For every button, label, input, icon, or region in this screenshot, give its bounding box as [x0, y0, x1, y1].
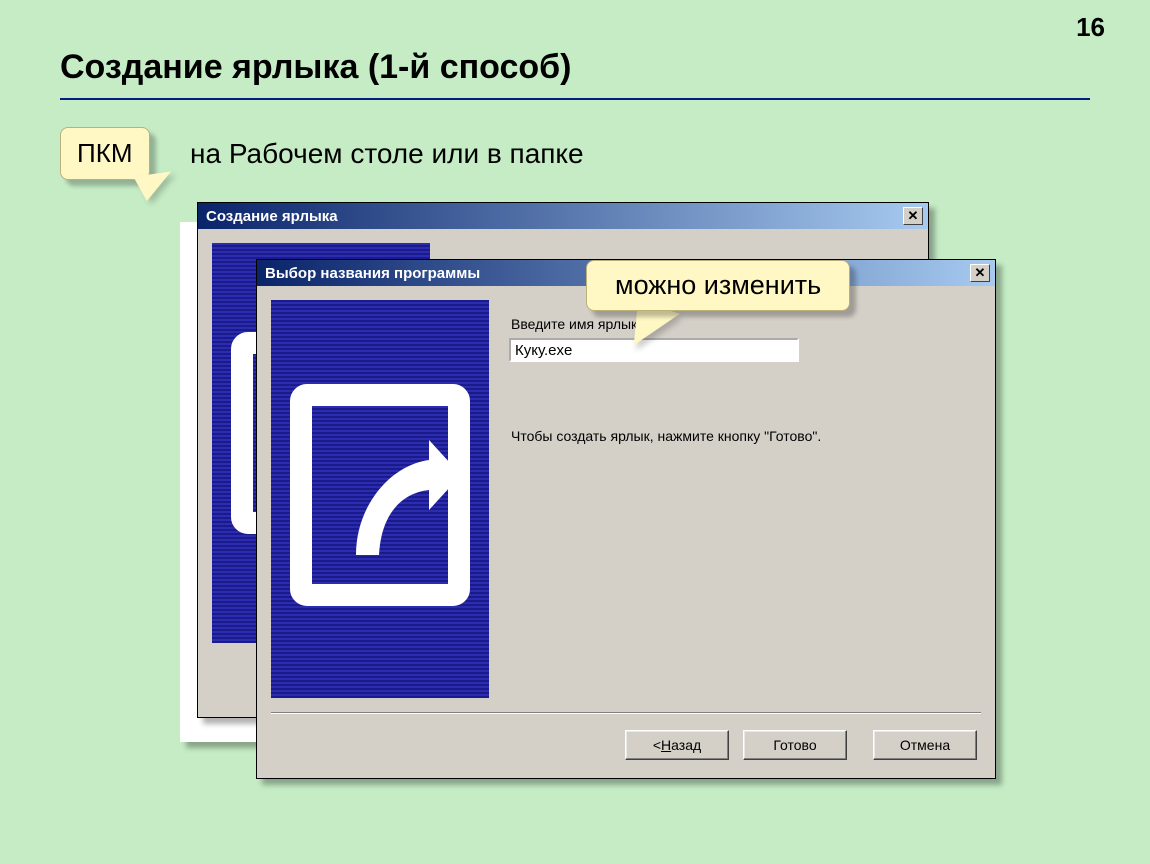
dialog1-title-text: Создание ярлыка [206, 208, 338, 225]
cancel-button-label: Отмена [900, 737, 950, 753]
back-button-prefix: < [653, 737, 661, 753]
back-button-underline: Н [661, 737, 671, 753]
dialog2-button-row: < Назад Готово Отмена [625, 730, 977, 760]
context-text: на Рабочем столе или в папке [190, 138, 584, 170]
finish-button-label: Готово [773, 737, 816, 753]
shortcut-arrow-icon [271, 300, 489, 698]
close-icon: ✕ [908, 208, 919, 224]
cancel-button[interactable]: Отмена [873, 730, 977, 760]
close-icon: ✕ [975, 265, 986, 281]
dialog2-side-art [271, 300, 489, 698]
back-button-rest: азад [671, 737, 701, 753]
title-divider [60, 98, 1090, 100]
dialog2-separator [271, 712, 981, 714]
back-button[interactable]: < Назад [625, 730, 729, 760]
dialog2-body: Введите имя ярлыка: Чтобы создать ярлык,… [505, 300, 983, 698]
slide-title: Создание ярлыка (1-й способ) [60, 48, 572, 87]
pkm-callout: ПКМ [60, 127, 150, 180]
dialog1-titlebar: Создание ярлыка ✕ [198, 203, 928, 229]
dialog2-title-text: Выбор названия программы [265, 265, 480, 282]
dialog2-close-button[interactable]: ✕ [970, 264, 990, 282]
instruction-text: Чтобы создать ярлык, нажмите кнопку "Гот… [511, 428, 973, 444]
change-callout: можно изменить [586, 260, 850, 311]
dialog1-close-button[interactable]: ✕ [903, 207, 923, 225]
pkm-callout-tail [133, 171, 174, 202]
page-number: 16 [1076, 12, 1105, 43]
finish-button[interactable]: Готово [743, 730, 847, 760]
